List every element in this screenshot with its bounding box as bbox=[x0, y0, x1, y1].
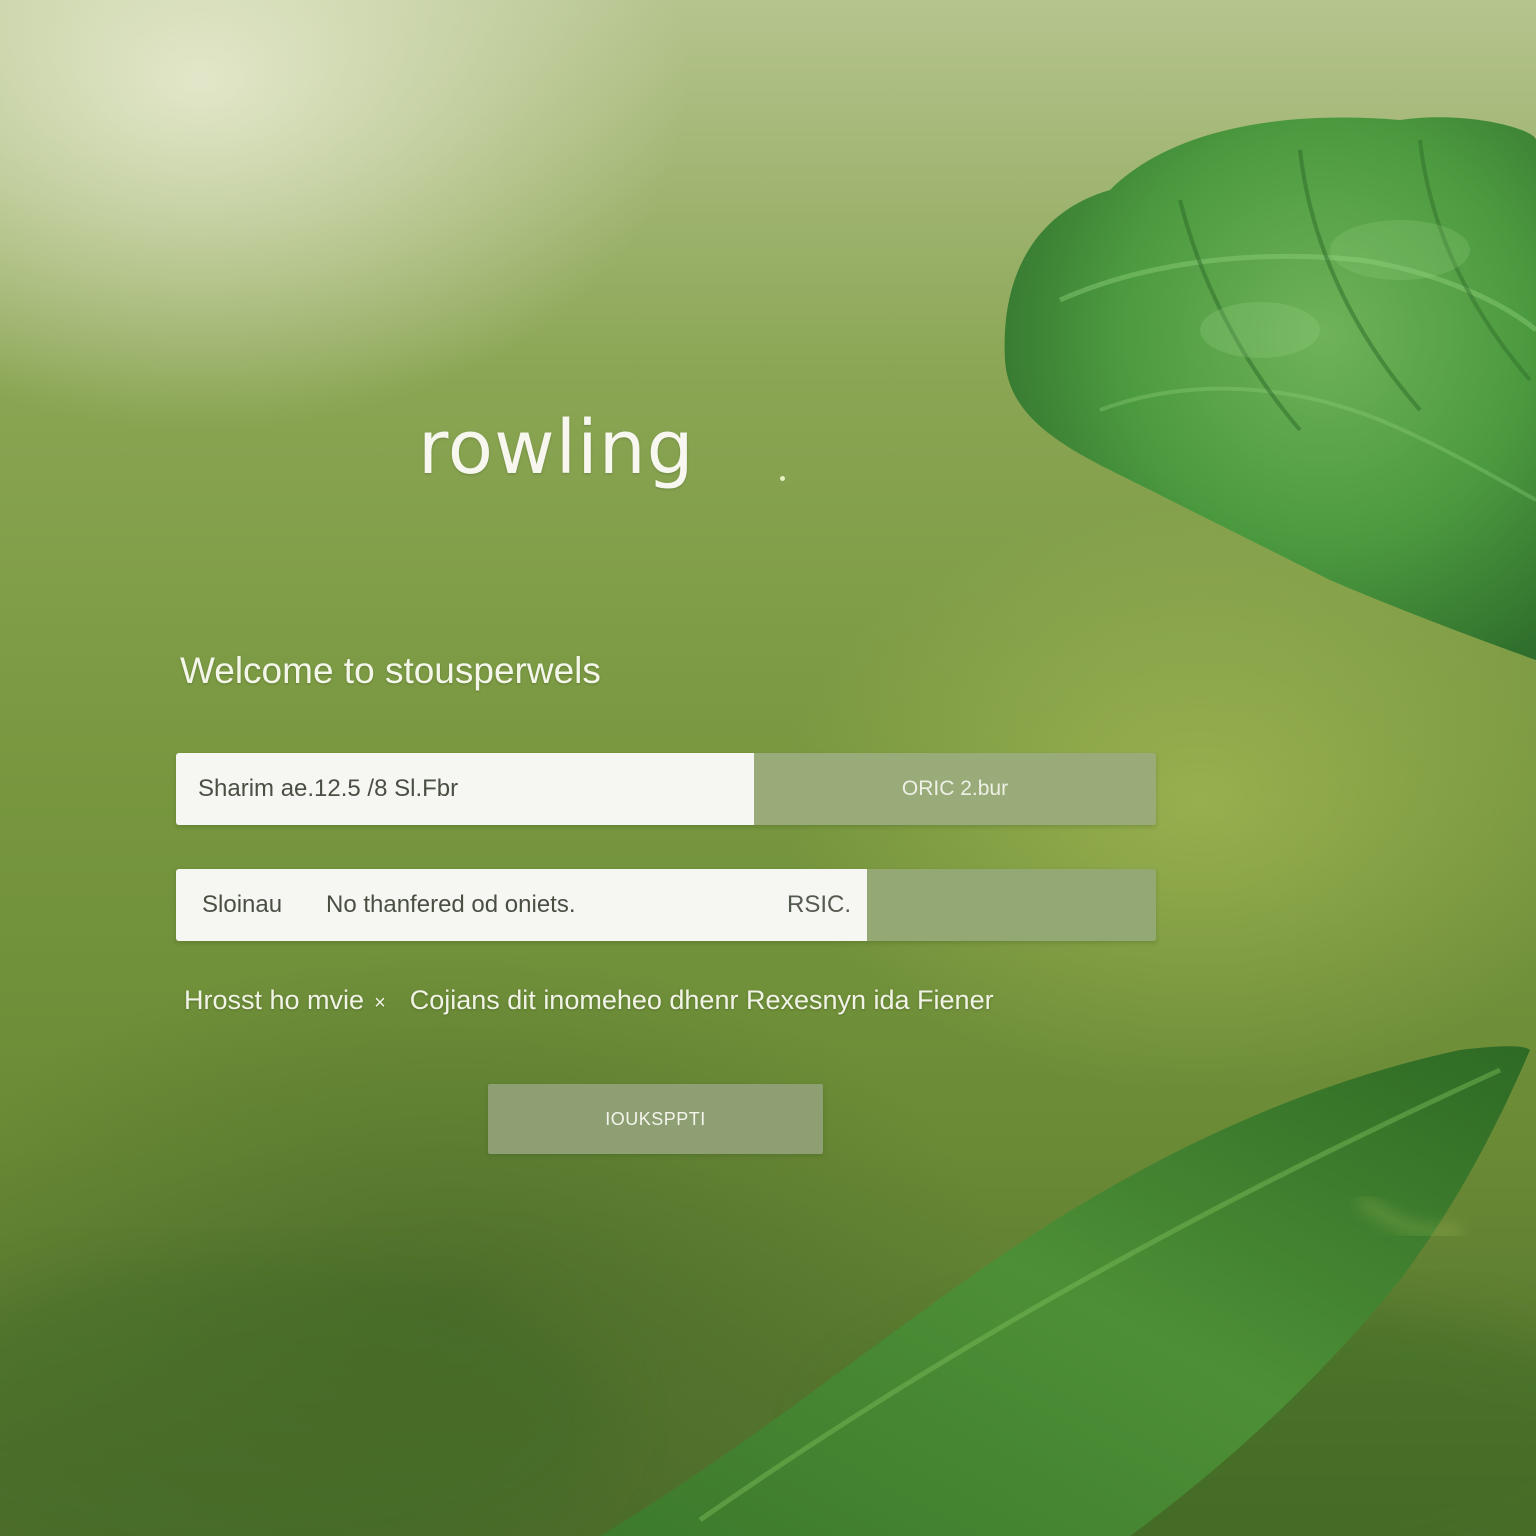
hint-line: Hrosst ho mvie × Cojians dit inomeheo dhen… bbox=[184, 985, 994, 1016]
logo-dot bbox=[780, 476, 785, 481]
leaf-top-right bbox=[1004, 117, 1536, 660]
second-input-field[interactable]: Sloinau No thanfered od oniets. RSIC. bbox=[176, 869, 867, 941]
first-input-value: Sharim ae.12.5 /8 Sl.Fbr bbox=[198, 775, 459, 802]
hint-right-text[interactable]: Cojians dit inomeheo dhenr Rexesnyn ida … bbox=[410, 985, 994, 1015]
second-input-value: No thanfered od oniets. bbox=[326, 891, 576, 918]
form-row-2: Sloinau No thanfered od oniets. RSIC. bbox=[176, 869, 1156, 941]
form-row-1: Sharim ae.12.5 /8 Sl.Fbr ORIC 2.bur bbox=[176, 753, 1156, 825]
welcome-heading: Welcome to stousperwels bbox=[180, 650, 601, 691]
first-side-button-label: ORIC 2.bur bbox=[901, 777, 1009, 800]
close-icon[interactable]: × bbox=[374, 992, 386, 1014]
first-input-field[interactable]: Sharim ae.12.5 /8 Sl.Fbr bbox=[176, 753, 754, 825]
first-side-button[interactable]: ORIC 2.bur bbox=[754, 753, 1156, 825]
second-side-button[interactable] bbox=[867, 869, 1156, 941]
submit-button[interactable]: IOUKSPPTI bbox=[488, 1084, 823, 1154]
hint-left-text: Hrosst ho mvie bbox=[184, 985, 365, 1015]
second-input-tag: RSIC. bbox=[786, 891, 851, 918]
app-logo: rowling bbox=[418, 405, 695, 491]
second-input-label: Sloinau bbox=[202, 891, 283, 918]
submit-button-label: IOUKSPPTI bbox=[605, 1108, 706, 1129]
